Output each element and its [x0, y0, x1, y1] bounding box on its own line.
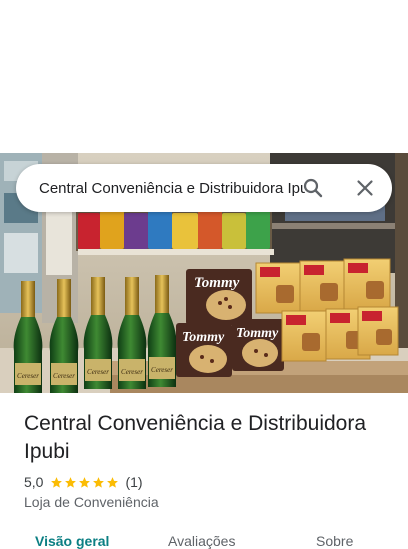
star-icon	[79, 476, 91, 488]
review-count[interactable]: (1)	[125, 474, 142, 490]
box-brand-label: Tommy	[194, 275, 240, 291]
rating-row[interactable]: 5,0 (1)	[24, 473, 143, 491]
wine-label: Cereser	[53, 372, 75, 380]
wine-label: Cereser	[151, 366, 173, 374]
wine-label: Cereser	[121, 368, 143, 376]
place-title: Central Conveniência e Distribuidora Ipu…	[24, 412, 367, 463]
search-bar[interactable]	[16, 164, 392, 212]
place-tabs: Visão geral Avaliações Sobre	[0, 530, 408, 549]
star-icon	[107, 476, 119, 488]
place-category[interactable]: Loja de Conveniência	[24, 494, 159, 510]
box-brand-label: Tommy	[182, 330, 225, 345]
star-icon	[65, 476, 77, 488]
rating-value: 5,0	[24, 474, 44, 490]
wine-label: Cereser	[87, 368, 109, 376]
star-icon	[93, 476, 105, 488]
wine-label: Cereser	[17, 372, 39, 380]
tab-overview[interactable]: Visão geral	[35, 533, 109, 549]
box-brand-label: Tommy	[236, 326, 279, 341]
tab-reviews[interactable]: Avaliações	[168, 533, 235, 549]
star-icon	[51, 476, 63, 488]
tab-about[interactable]: Sobre	[316, 533, 353, 549]
search-icon[interactable]	[303, 178, 323, 198]
close-icon[interactable]	[356, 179, 374, 197]
search-input[interactable]	[39, 164, 305, 212]
rating-stars	[50, 476, 120, 489]
